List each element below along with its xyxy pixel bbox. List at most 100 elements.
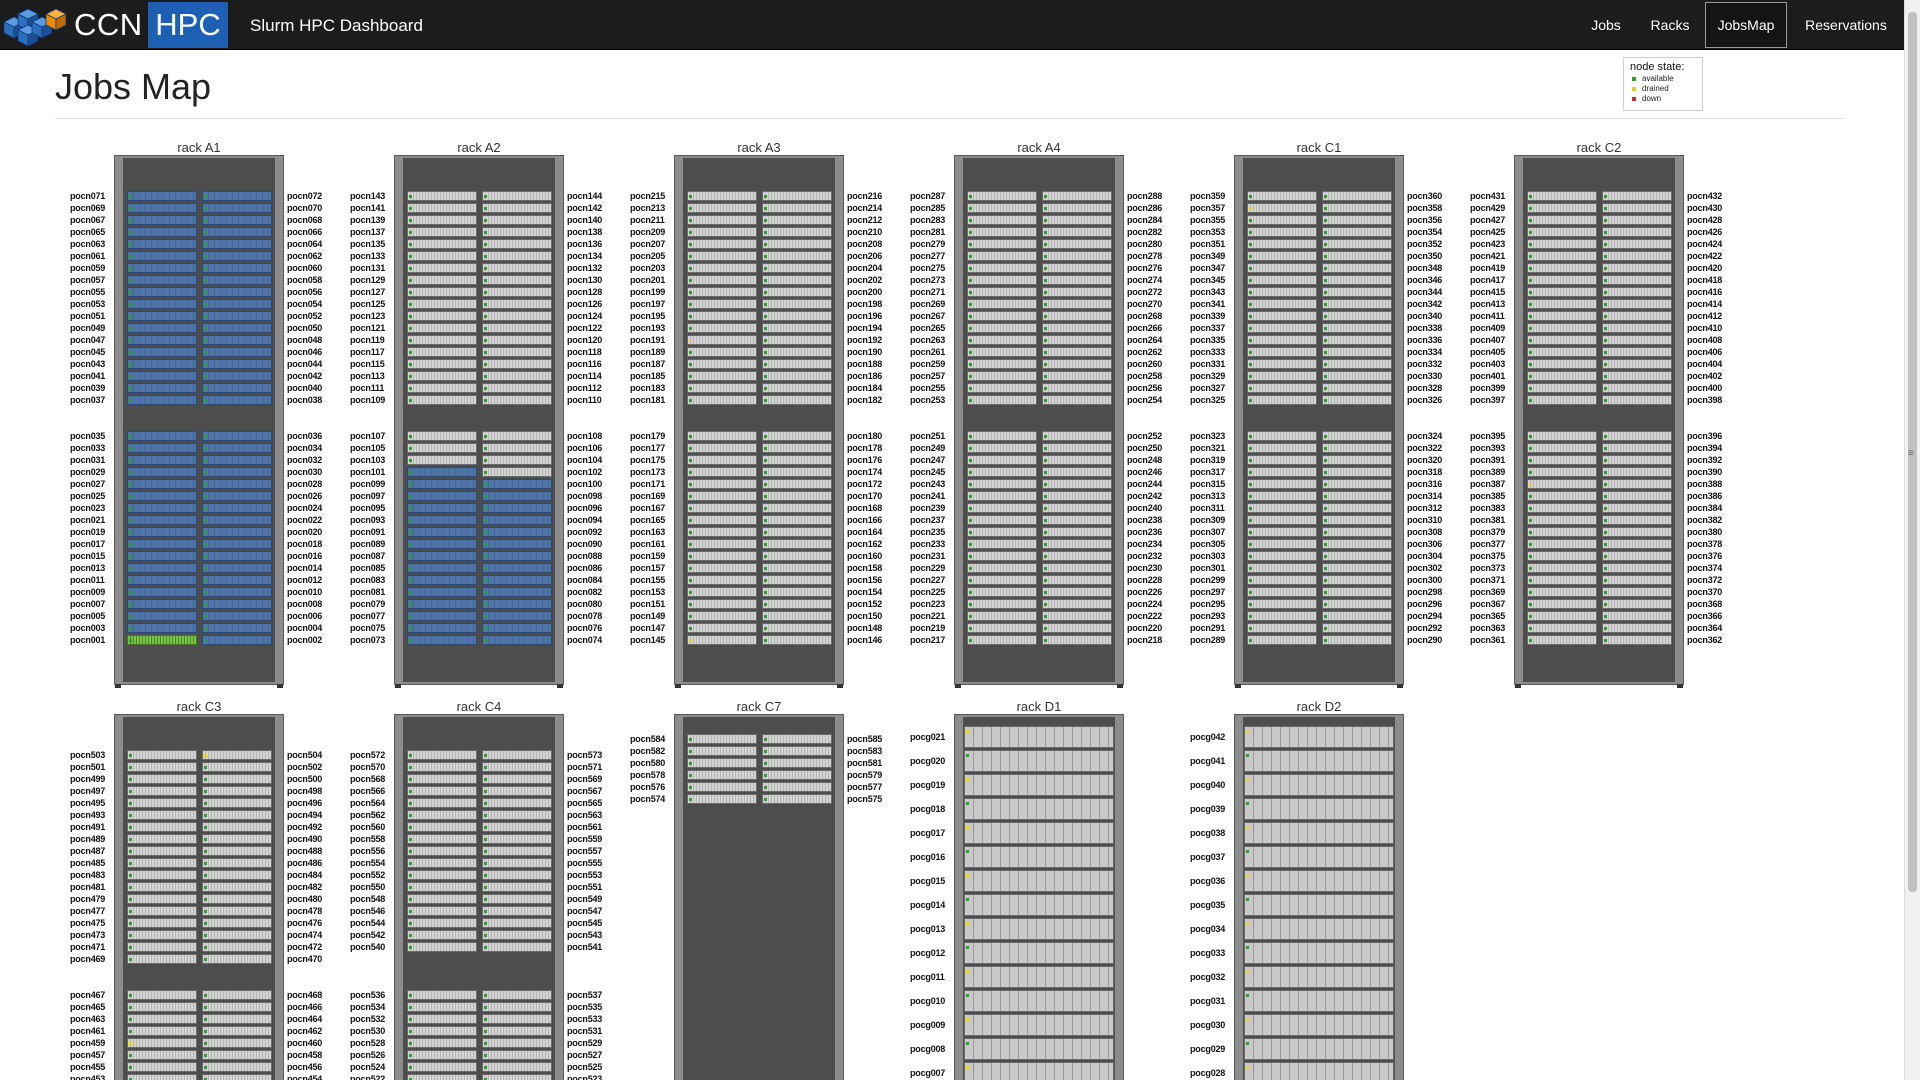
node-label[interactable]: pocn315 <box>1190 479 1225 490</box>
server-node-146[interactable] <box>762 635 832 645</box>
node-label[interactable]: pocn068 <box>287 215 322 226</box>
server-node-001[interactable] <box>127 635 197 645</box>
node-label[interactable]: pocn547 <box>567 906 602 917</box>
node-label[interactable]: pocn290 <box>1407 635 1442 646</box>
server-node-067[interactable] <box>127 215 197 225</box>
node-label[interactable]: pocn478 <box>287 906 322 917</box>
server-node-334[interactable] <box>1322 347 1392 357</box>
node-label[interactable]: pocn069 <box>70 203 105 214</box>
server-node-424[interactable] <box>1602 239 1672 249</box>
vertical-scrollbar[interactable]: ≡ <box>1904 0 1920 1080</box>
node-label[interactable]: pocn278 <box>1127 251 1162 262</box>
server-node-048[interactable] <box>202 335 272 345</box>
node-label[interactable]: pocg008 <box>910 1044 945 1055</box>
node-label[interactable]: pocn355 <box>1190 215 1225 226</box>
server-node-233[interactable] <box>967 539 1037 549</box>
node-label[interactable]: pocn470 <box>287 954 322 965</box>
server-node-338[interactable] <box>1322 323 1392 333</box>
server-node-129[interactable] <box>407 275 477 285</box>
server-node-209[interactable] <box>687 227 757 237</box>
node-label[interactable]: pocn392 <box>1687 455 1722 466</box>
node-label[interactable]: pocn546 <box>350 906 385 917</box>
server-node-213[interactable] <box>687 203 757 213</box>
server-node-054[interactable] <box>202 299 272 309</box>
server-node-287[interactable] <box>967 191 1037 201</box>
node-label[interactable]: pocn014 <box>287 563 322 574</box>
server-node-289[interactable] <box>1247 635 1317 645</box>
node-label[interactable]: pocg032 <box>1190 972 1225 983</box>
node-label[interactable]: pocn003 <box>70 623 105 634</box>
node-label[interactable]: pocn473 <box>70 930 105 941</box>
server-node-170[interactable] <box>762 491 832 501</box>
server-node-240[interactable] <box>1042 503 1112 513</box>
node-label[interactable]: pocn415 <box>1470 287 1505 298</box>
gpu-node-041[interactable] <box>1244 750 1394 772</box>
gpu-node-031[interactable] <box>1244 990 1394 1012</box>
node-label[interactable]: pocg020 <box>910 756 945 767</box>
gpu-node-038[interactable] <box>1244 822 1394 844</box>
server-node-489[interactable] <box>127 834 197 844</box>
server-node-579[interactable] <box>762 770 832 780</box>
server-node-397[interactable] <box>1527 395 1597 405</box>
node-label[interactable]: pocn238 <box>1127 515 1162 526</box>
node-label[interactable]: pocn094 <box>567 515 602 526</box>
server-node-405[interactable] <box>1527 347 1597 357</box>
node-label[interactable]: pocn059 <box>70 263 105 274</box>
server-node-004[interactable] <box>202 623 272 633</box>
gpu-node-030[interactable] <box>1244 1014 1394 1036</box>
node-label[interactable]: pocn260 <box>1127 359 1162 370</box>
node-label[interactable]: pocn072 <box>287 191 322 202</box>
server-node-503[interactable] <box>127 750 197 760</box>
node-label[interactable]: pocn172 <box>847 479 882 490</box>
server-node-523[interactable] <box>482 1074 552 1080</box>
server-node-216[interactable] <box>762 191 832 201</box>
node-label[interactable]: pocg029 <box>1190 1044 1225 1055</box>
server-node-381[interactable] <box>1527 515 1597 525</box>
node-label[interactable]: pocg031 <box>1190 996 1225 1007</box>
node-label[interactable]: pocn305 <box>1190 539 1225 550</box>
node-label[interactable]: pocn077 <box>350 611 385 622</box>
server-node-414[interactable] <box>1602 299 1672 309</box>
node-label[interactable]: pocg017 <box>910 828 945 839</box>
server-node-243[interactable] <box>967 479 1037 489</box>
node-label[interactable]: pocn167 <box>630 503 665 514</box>
node-label[interactable]: pocn417 <box>1470 275 1505 286</box>
node-label[interactable]: pocn544 <box>350 918 385 929</box>
node-label[interactable]: pocn195 <box>630 311 665 322</box>
node-label[interactable]: pocn294 <box>1407 611 1442 622</box>
gpu-node-028[interactable] <box>1244 1062 1394 1080</box>
node-label[interactable]: pocn164 <box>847 527 882 538</box>
node-label[interactable]: pocn237 <box>910 515 945 526</box>
server-node-408[interactable] <box>1602 335 1672 345</box>
server-node-174[interactable] <box>762 467 832 477</box>
server-node-404[interactable] <box>1602 359 1672 369</box>
server-node-462[interactable] <box>202 1026 272 1036</box>
server-node-201[interactable] <box>687 275 757 285</box>
node-label[interactable]: pocn137 <box>350 227 385 238</box>
node-label[interactable]: pocn349 <box>1190 251 1225 262</box>
node-label[interactable]: pocn334 <box>1407 347 1442 358</box>
server-node-399[interactable] <box>1527 383 1597 393</box>
server-node-567[interactable] <box>482 786 552 796</box>
node-label[interactable]: pocn427 <box>1470 215 1505 226</box>
server-node-485[interactable] <box>127 858 197 868</box>
gpu-node-021[interactable] <box>964 726 1114 748</box>
server-node-118[interactable] <box>482 347 552 357</box>
server-node-063[interactable] <box>127 239 197 249</box>
node-label[interactable]: pocn465 <box>70 1002 105 1013</box>
node-label[interactable]: pocn344 <box>1407 287 1442 298</box>
node-label[interactable]: pocn393 <box>1470 443 1505 454</box>
server-node-561[interactable] <box>482 822 552 832</box>
node-label[interactable]: pocn078 <box>567 611 602 622</box>
node-label[interactable]: pocn503 <box>70 750 105 761</box>
node-label[interactable]: pocg007 <box>910 1068 945 1079</box>
server-node-540[interactable] <box>407 942 477 952</box>
server-node-499[interactable] <box>127 774 197 784</box>
server-node-214[interactable] <box>762 203 832 213</box>
server-node-423[interactable] <box>1527 239 1597 249</box>
server-node-168[interactable] <box>762 503 832 513</box>
node-label[interactable]: pocn379 <box>1470 527 1505 538</box>
node-label[interactable]: pocn270 <box>1127 299 1162 310</box>
server-node-548[interactable] <box>407 894 477 904</box>
node-label[interactable]: pocn407 <box>1470 335 1505 346</box>
